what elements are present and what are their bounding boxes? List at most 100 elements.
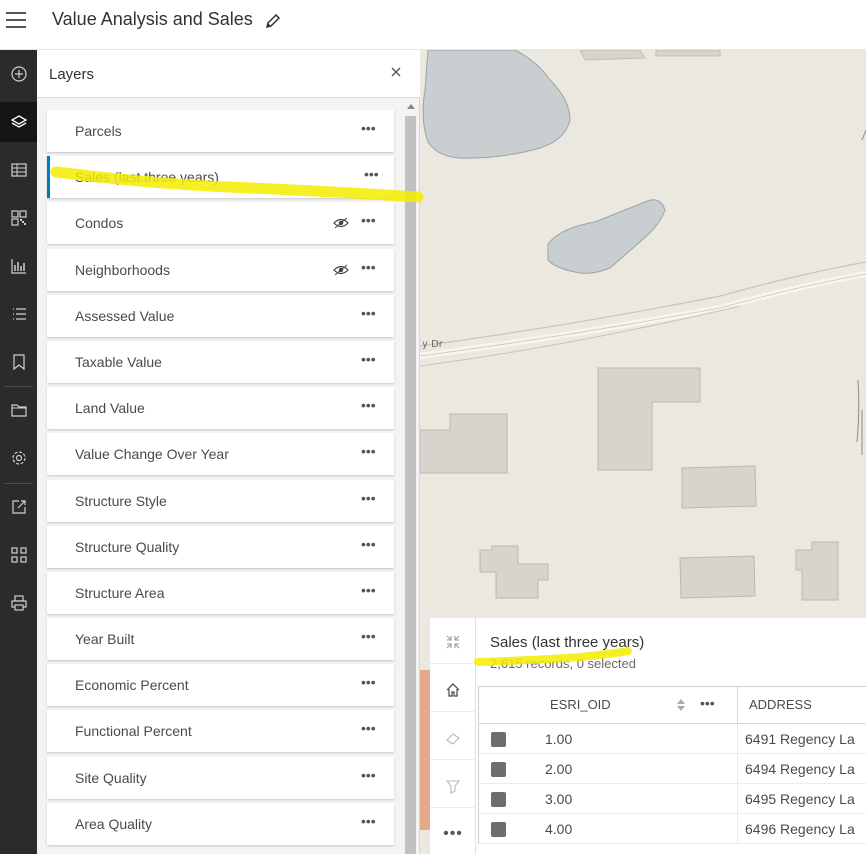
chart-icon[interactable] (0, 246, 37, 286)
layers-panel-header: Layers (37, 50, 420, 98)
layers-panel-title: Layers (49, 66, 95, 83)
cell-address: 6495 Regency La (745, 791, 855, 807)
layer-item[interactable]: Area Quality ••• (47, 802, 394, 845)
layer-options-icon[interactable]: ••• (361, 813, 379, 833)
collapse-icon[interactable] (430, 620, 476, 664)
edit-pencil-icon[interactable] (264, 12, 282, 30)
layer-item-label: Assessed Value (75, 307, 175, 324)
more-tools-button[interactable]: ••• (430, 812, 476, 856)
more-icon: ••• (443, 825, 463, 842)
add-icon[interactable] (0, 54, 37, 94)
building-shape (681, 465, 757, 509)
list-icon[interactable] (0, 294, 37, 334)
layer-options-icon[interactable]: ••• (361, 443, 379, 463)
layer-options-icon[interactable]: ••• (361, 536, 379, 556)
filter-icon[interactable] (430, 764, 476, 808)
row-select-checkbox[interactable] (491, 792, 506, 807)
app-header: Value Analysis and Sales (0, 0, 866, 50)
layer-item[interactable]: Structure Quality ••• (47, 525, 394, 568)
sort-icon[interactable] (676, 697, 686, 713)
layer-options-icon[interactable]: ••• (361, 720, 379, 740)
building-shape (420, 413, 508, 474)
layer-item[interactable]: Economic Percent ••• (47, 664, 394, 707)
layer-options-icon[interactable]: ••• (361, 259, 379, 279)
bookmark-icon[interactable] (0, 342, 37, 382)
layer-options-icon[interactable]: ••• (361, 767, 379, 787)
layer-options-icon[interactable]: ••• (361, 120, 379, 140)
building-shape (679, 555, 756, 599)
layer-item[interactable]: Parcels ••• (47, 110, 394, 152)
grid-header-row: ESRI_OID ••• ADDRESS (479, 687, 866, 724)
share-icon[interactable] (0, 487, 37, 527)
layer-item[interactable]: Sales (last three years) ••• (47, 156, 394, 199)
building-shape (795, 541, 839, 601)
table-title: Sales (last three years) (490, 634, 645, 651)
cell-address: 6496 Regency La (745, 821, 855, 837)
layer-item[interactable]: Assessed Value ••• (47, 294, 394, 337)
layer-options-icon[interactable]: ••• (364, 166, 382, 186)
row-select-checkbox[interactable] (491, 762, 506, 777)
table-icon[interactable] (0, 150, 37, 190)
visibility-eye-icon[interactable] (333, 216, 349, 230)
row-select-checkbox[interactable] (491, 732, 506, 747)
qr-icon[interactable] (0, 198, 37, 238)
layer-options-icon[interactable]: ••• (361, 674, 379, 694)
settings-icon[interactable] (0, 438, 37, 478)
layer-item[interactable]: Land Value ••• (47, 387, 394, 430)
layer-options-icon[interactable]: ••• (361, 212, 379, 232)
building-shape (479, 545, 549, 599)
layer-item-label: Sales (last three years) (75, 169, 219, 186)
cell-esri-oid: 1.00 (545, 731, 573, 747)
layer-item[interactable]: Functional Percent ••• (47, 710, 394, 753)
table-tool-strip: ••• (430, 618, 476, 854)
table-row[interactable]: 3.00 6495 Regency La (479, 784, 866, 814)
layer-item-label: Site Quality (75, 769, 147, 786)
apps-icon[interactable] (0, 535, 37, 575)
layer-item-label: Functional Percent (75, 723, 192, 740)
road-label: y Dr (422, 339, 443, 350)
hamburger-menu-icon[interactable] (6, 12, 26, 30)
scrollbar-thumb[interactable] (405, 116, 416, 854)
row-select-checkbox[interactable] (491, 822, 506, 837)
layer-list: Parcels ••• Sales (last three years) ••• Con… (47, 110, 394, 849)
layer-item[interactable]: Structure Area ••• (47, 571, 394, 614)
layer-item[interactable]: Site Quality ••• (47, 756, 394, 799)
scroll-up-arrow-icon[interactable] (407, 104, 415, 109)
layers-icon[interactable] (0, 102, 37, 142)
cell-address: 6491 Regency La (745, 731, 855, 747)
column-header-address[interactable]: ADDRESS (749, 697, 812, 712)
layer-item[interactable]: Structure Style ••• (47, 479, 394, 522)
pond-shape (547, 199, 666, 274)
road (420, 271, 866, 359)
layer-options-icon[interactable]: ••• (361, 582, 379, 602)
building-shape (579, 50, 646, 61)
table-row[interactable]: 1.00 6491 Regency La (479, 724, 866, 754)
layer-options-icon[interactable]: ••• (361, 397, 379, 417)
rail-divider (4, 386, 33, 387)
layer-options-icon[interactable]: ••• (361, 351, 379, 371)
home-icon[interactable] (430, 668, 476, 712)
visibility-eye-icon[interactable] (333, 263, 349, 277)
layer-item[interactable]: Neighborhoods ••• (47, 248, 394, 291)
road-edge (420, 261, 866, 347)
layer-item[interactable]: Condos ••• (47, 202, 394, 245)
table-row[interactable]: 4.00 6496 Regency La (479, 814, 866, 844)
layer-options-icon[interactable]: ••• (361, 628, 379, 648)
cell-esri-oid: 4.00 (545, 821, 573, 837)
attribute-table-panel: Sales (last three years) 2,615 records, … (476, 618, 866, 854)
column-options-icon[interactable]: ••• (700, 695, 715, 711)
app-title: Value Analysis and Sales (52, 9, 253, 29)
layer-options-icon[interactable]: ••• (361, 305, 379, 325)
layer-options-icon[interactable]: ••• (361, 490, 379, 510)
table-row[interactable]: 2.00 6494 Regency La (479, 754, 866, 784)
eraser-icon[interactable] (430, 716, 476, 760)
layer-item[interactable]: Year Built ••• (47, 618, 394, 661)
layer-item[interactable]: Taxable Value ••• (47, 340, 394, 383)
close-icon[interactable] (389, 65, 403, 79)
column-header-esri-oid[interactable]: ESRI_OID (550, 697, 611, 712)
layer-item[interactable]: Value Change Over Year ••• (47, 433, 394, 476)
layer-item-label: Condos (75, 215, 124, 232)
layer-item-label: Structure Area (75, 584, 165, 601)
print-icon[interactable] (0, 583, 37, 623)
folder-icon[interactable] (0, 390, 37, 430)
